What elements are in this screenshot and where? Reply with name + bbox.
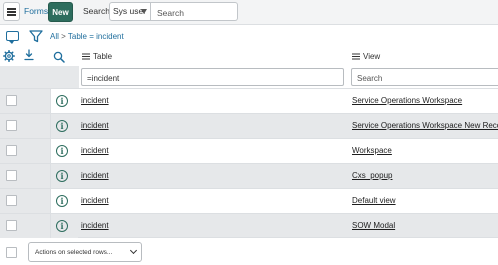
list-menu-button[interactable] (3, 2, 20, 21)
info-icon[interactable]: i (56, 145, 68, 157)
download-icon[interactable] (24, 49, 34, 61)
new-button[interactable]: New (48, 2, 73, 22)
table-row[interactable]: i incident Service Operations Workspace … (0, 113, 498, 138)
list-title[interactable]: Forms (24, 6, 48, 16)
breadcrumb-all[interactable]: All (50, 32, 59, 41)
search-input[interactable] (151, 2, 238, 21)
row-checkbox[interactable] (6, 145, 17, 156)
column-menu-icon[interactable] (82, 56, 90, 57)
column-header-view-label: View (363, 52, 381, 61)
hamburger-icon (7, 10, 16, 13)
cell-view[interactable]: Workspace (352, 146, 392, 155)
actions-select[interactable]: Actions on selected rows... (28, 242, 142, 262)
funnel-icon[interactable] (29, 30, 43, 43)
column-header-view[interactable]: View (352, 52, 380, 61)
table-row[interactable]: i incident Cxs_popup (0, 163, 498, 188)
view-filter-input[interactable] (351, 68, 498, 86)
info-icon[interactable]: i (56, 95, 68, 107)
chevron-down-icon (129, 246, 138, 255)
search-label: Search (83, 6, 110, 16)
chat-icon[interactable] (6, 31, 19, 44)
cell-view[interactable]: SOW Modal (352, 221, 395, 230)
caret-down-icon (141, 9, 147, 14)
cell-table[interactable]: incident (81, 196, 109, 205)
info-icon[interactable]: i (56, 220, 68, 232)
info-icon[interactable]: i (56, 170, 68, 182)
breadcrumb: All > Table = incident (50, 32, 124, 41)
column-header-table[interactable]: Table (82, 52, 112, 61)
row-checkbox[interactable] (6, 170, 17, 181)
search-field-select[interactable]: Sys user (109, 2, 151, 21)
actions-select-label: Actions on selected rows... (35, 249, 113, 256)
row-checkbox[interactable] (6, 195, 17, 206)
info-icon[interactable]: i (56, 195, 68, 207)
table-row[interactable]: i incident Service Operations Workspace (0, 88, 498, 113)
table-row[interactable]: i incident SOW Modal (0, 213, 498, 238)
list-header: Forms New Search Sys user (0, 0, 498, 25)
table-row[interactable]: i incident Default view (0, 188, 498, 213)
cell-view[interactable]: Default view (352, 196, 396, 205)
breadcrumb-filter[interactable]: Table = incident (68, 32, 124, 41)
row-checkbox[interactable] (6, 95, 17, 106)
cell-view[interactable]: Service Operations Workspace New Record (352, 121, 498, 130)
filter-row-spacer (0, 66, 79, 88)
select-all-checkbox[interactable] (6, 247, 17, 258)
breadcrumb-separator: > (61, 32, 66, 41)
cell-view[interactable]: Cxs_popup (352, 171, 392, 180)
cell-table[interactable]: incident (81, 171, 109, 180)
cell-table[interactable]: incident (81, 146, 109, 155)
cell-view[interactable]: Service Operations Workspace (352, 96, 462, 105)
column-menu-icon[interactable] (352, 56, 360, 57)
column-header-table-label: Table (93, 52, 113, 61)
magnifier-icon[interactable] (53, 51, 65, 63)
table-filter-input[interactable] (81, 68, 344, 86)
row-checkbox[interactable] (6, 120, 17, 131)
gear-icon[interactable] (3, 50, 15, 62)
row-checkbox[interactable] (6, 220, 17, 231)
cell-table[interactable]: incident (81, 221, 109, 230)
table-row[interactable]: i incident Workspace (0, 138, 498, 163)
cell-table[interactable]: incident (81, 121, 109, 130)
cell-table[interactable]: incident (81, 96, 109, 105)
info-icon[interactable]: i (56, 120, 68, 132)
